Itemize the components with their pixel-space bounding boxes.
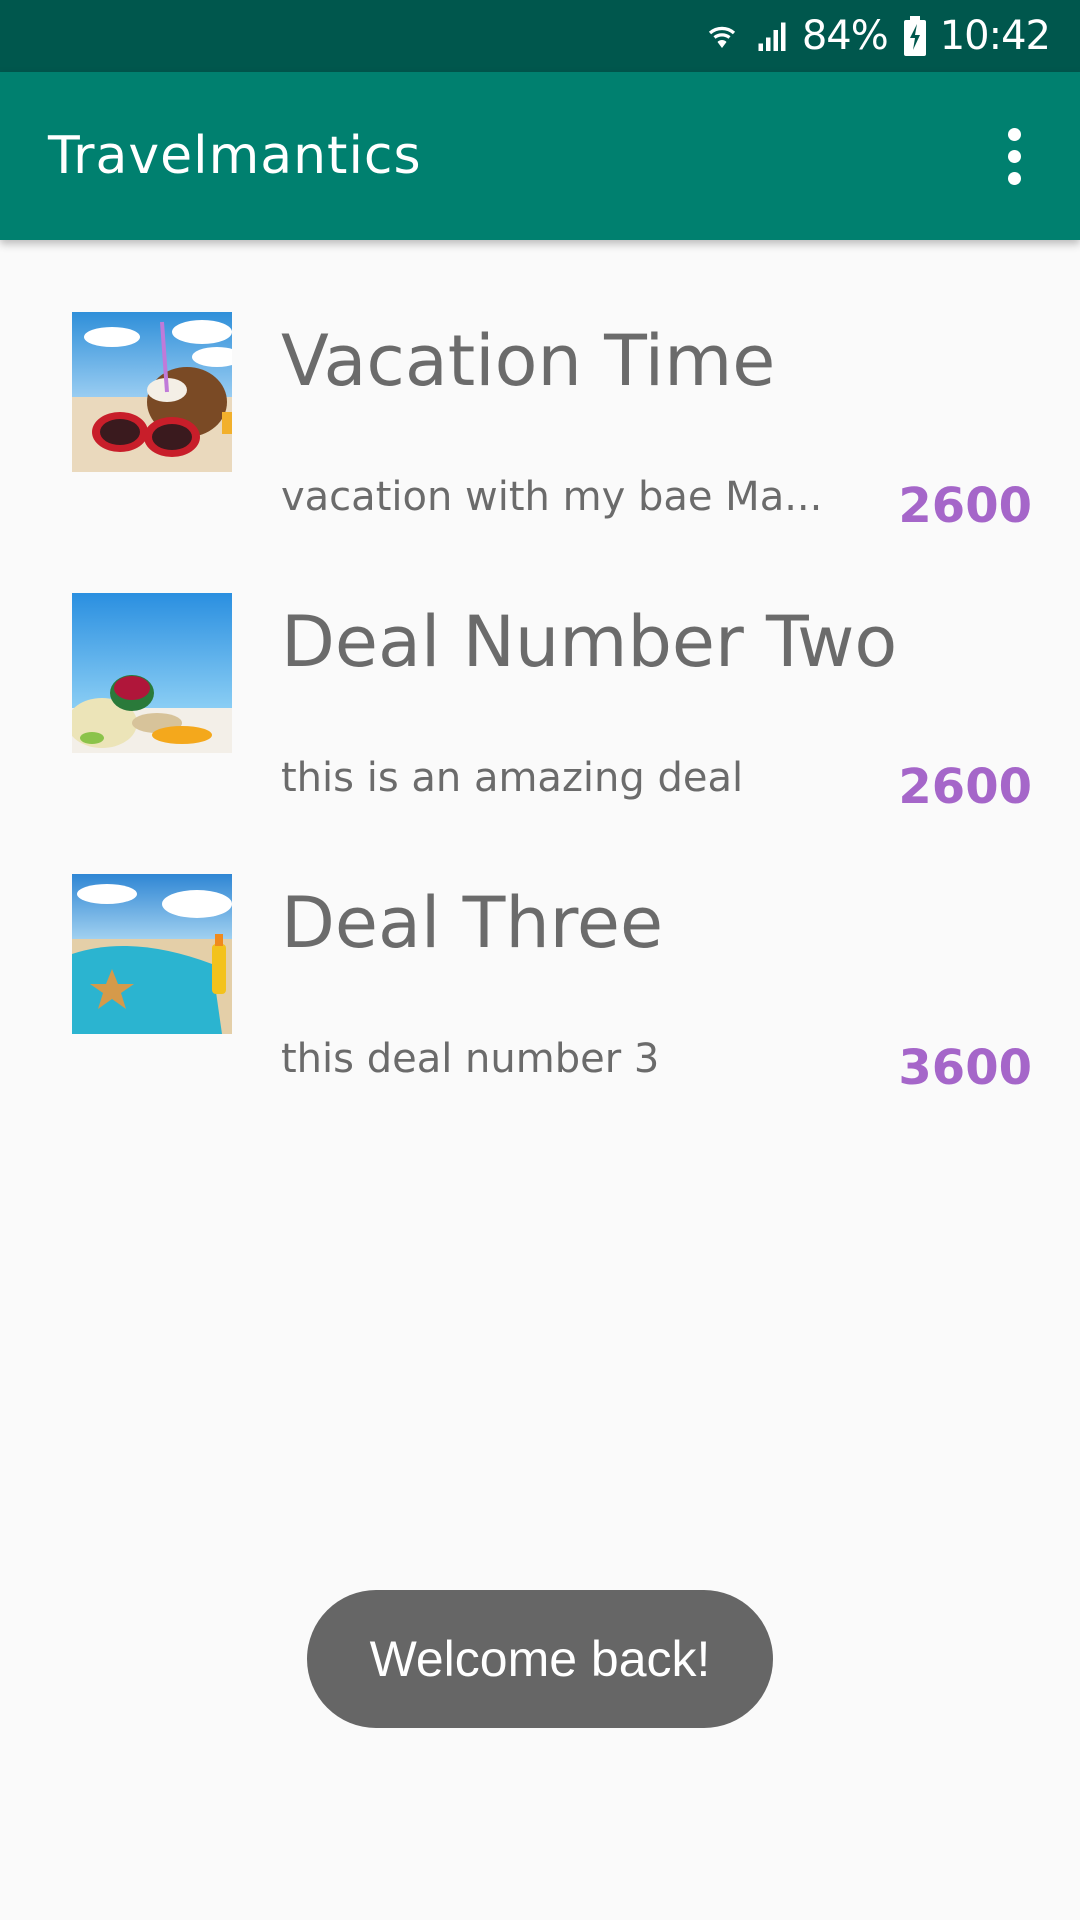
deal-list: Vacation Time vacation with my bae Ma...… — [0, 240, 1080, 1096]
app-bar: Travelmantics — [0, 72, 1080, 240]
deal-list-item[interactable]: Deal Three this deal number 3 3600 — [0, 802, 1080, 1096]
app-title: Travelmantics — [48, 126, 422, 186]
deal-description: this is an amazing deal — [281, 755, 744, 801]
deal-thumbnail — [72, 874, 232, 1034]
deal-list-item[interactable]: Deal Number Two this is an amazing deal … — [0, 521, 1080, 815]
signal-icon — [754, 18, 790, 54]
deal-title: Deal Three — [281, 882, 664, 964]
wifi-icon — [704, 18, 740, 54]
deal-list-item[interactable]: Vacation Time vacation with my bae Ma...… — [0, 240, 1080, 534]
battery-charging-icon — [902, 16, 928, 56]
toast-message: Welcome back! — [307, 1590, 773, 1728]
deal-description: this deal number 3 — [281, 1036, 660, 1082]
status-time: 10:42 — [939, 13, 1051, 59]
battery-percent: 84% — [801, 13, 889, 59]
more-vert-icon[interactable] — [984, 116, 1044, 196]
deal-title: Deal Number Two — [281, 601, 898, 683]
deal-description: vacation with my bae Ma... — [281, 474, 823, 520]
deal-thumbnail — [72, 593, 232, 753]
status-bar: 84% 10:42 — [0, 0, 1080, 72]
deal-price: 3600 — [898, 1040, 1032, 1096]
deal-thumbnail — [72, 312, 232, 472]
deal-title: Vacation Time — [281, 320, 776, 402]
